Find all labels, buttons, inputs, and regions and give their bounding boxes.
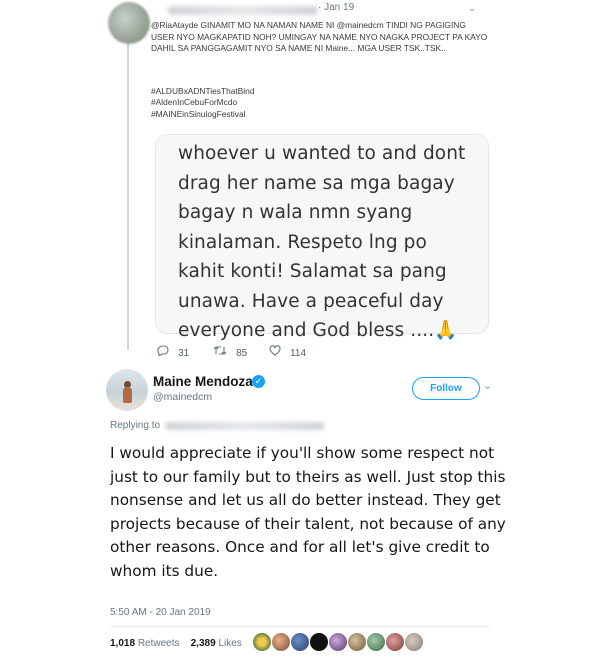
image-text-line: kinalaman. Respeto lng po	[178, 231, 427, 253]
retweet-action[interactable]: 85	[213, 345, 247, 359]
chevron-down-icon[interactable]: ⌄	[468, 3, 476, 14]
liker-avatar[interactable]	[385, 632, 405, 652]
image-text: whoever u wanted to and dont drag her na…	[178, 139, 478, 346]
thread-connector-line	[127, 40, 129, 350]
liker-avatar[interactable]	[366, 632, 386, 652]
image-text-line: drag her name sa mga bagay	[178, 172, 455, 194]
liker-avatar[interactable]	[252, 632, 272, 652]
author-avatar[interactable]	[106, 369, 148, 411]
reply-hashtags: #ALDUBxADNTiesThatBind #AldenInCebuForMc…	[151, 86, 255, 120]
liker-avatar[interactable]	[328, 632, 348, 652]
reply-author-name-redacted	[168, 6, 318, 15]
reply-count: 31	[178, 348, 190, 359]
reply-author-avatar[interactable]	[108, 2, 150, 44]
retweets-label: Retweets	[137, 638, 180, 649]
reply-image-attachment[interactable]: whoever u wanted to and dont drag her na…	[155, 134, 489, 341]
image-text-line: whoever u wanted to and dont	[178, 143, 466, 164]
author-display-name[interactable]: Maine Mendoza	[153, 374, 253, 389]
retweet-total: 1,018	[110, 638, 136, 649]
image-text-line: kahit konti! Salamat sa pang	[178, 261, 447, 282]
reply-action[interactable]: 31	[157, 345, 189, 359]
liker-avatar[interactable]	[347, 632, 367, 652]
replying-to-label: Replying to	[110, 420, 161, 431]
likes-label: Likes	[218, 638, 242, 649]
hashtag-link[interactable]: #AldenInCebuForMcdo	[151, 97, 255, 108]
like-action[interactable]: 114	[269, 345, 306, 359]
verified-badge-icon: ✓	[252, 375, 265, 388]
liker-avatar[interactable]	[404, 632, 424, 652]
replying-to-handles-redacted[interactable]	[165, 422, 325, 430]
liker-avatar[interactable]	[271, 632, 291, 652]
image-text-line: everyone and God bless ....🙏	[178, 320, 458, 341]
hashtag-link[interactable]: #ALDUBxADNTiesThatBind	[151, 86, 255, 97]
heart-icon	[269, 345, 284, 359]
retweet-count: 85	[236, 348, 248, 359]
liker-avatar[interactable]	[309, 632, 329, 652]
avatar-figure-body	[123, 387, 132, 403]
reply-text: @RiaAtayde GINAMIT MO NA NAMAN NAME NI @…	[151, 20, 488, 53]
retweets-stat[interactable]: 1,018 Retweets	[110, 638, 180, 649]
like-total: 2,389	[190, 638, 216, 649]
like-count: 114	[290, 348, 307, 359]
retweet-icon	[213, 346, 230, 359]
tweet-body: I would appreciate if you'll show some r…	[110, 444, 506, 580]
hashtag-link[interactable]: #MAINEinSinulogFestival	[151, 109, 255, 120]
image-text-line: unawa. Have a peaceful day	[178, 290, 444, 312]
follow-button[interactable]: Follow	[412, 377, 480, 400]
tweet-timestamp[interactable]: 5:50 AM - 20 Jan 2019	[110, 607, 211, 618]
reply-icon	[157, 345, 172, 359]
chevron-down-icon[interactable]: ⌄	[483, 379, 492, 392]
author-handle[interactable]: @mainedcm	[153, 391, 212, 403]
liker-avatar[interactable]	[290, 632, 310, 652]
likes-stat[interactable]: 2,389 Likes	[191, 638, 242, 649]
divider	[110, 626, 490, 627]
reply-date[interactable]: · Jan 19	[318, 2, 354, 13]
image-text-line: bagay n wala nmn syang	[178, 202, 413, 223]
tweet-stats: 1,018 Retweets 2,389 Likes	[110, 638, 242, 649]
